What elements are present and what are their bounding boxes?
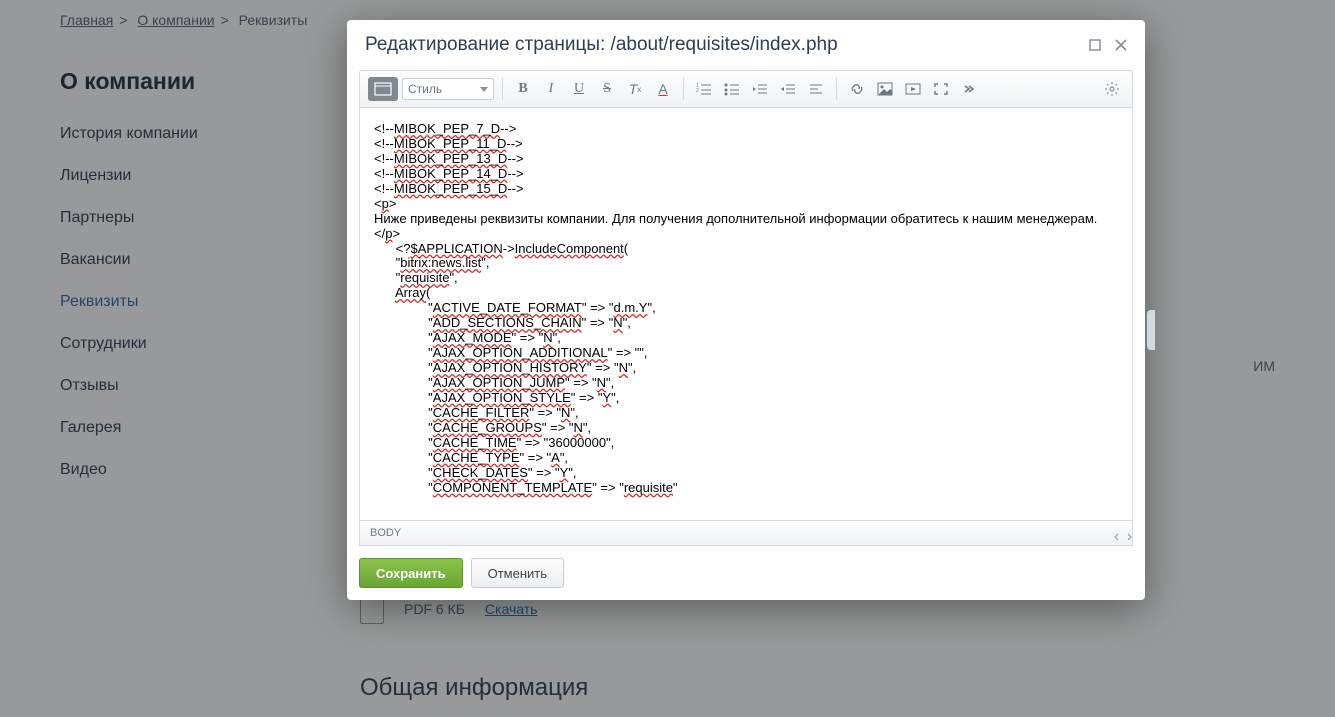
video-button[interactable] — [901, 78, 925, 100]
image-button[interactable] — [873, 78, 897, 100]
align-button[interactable] — [804, 78, 828, 100]
editor-wrapper: <!--MIBOK_PEP_7_D--><!--MIBOK_PEP_11_D--… — [359, 108, 1133, 546]
settings-button[interactable] — [1100, 78, 1124, 100]
modal-footer: Сохранить Отменить — [347, 546, 1145, 600]
maximize-button[interactable] — [1089, 39, 1101, 51]
italic-button[interactable]: I — [539, 78, 563, 100]
save-button[interactable]: Сохранить — [359, 558, 463, 588]
strike-button[interactable]: S — [595, 78, 619, 100]
close-button[interactable] — [1115, 39, 1127, 51]
cancel-button[interactable]: Отменить — [471, 558, 564, 588]
svg-text:2: 2 — [696, 88, 699, 94]
editor-resize-handle[interactable] — [1114, 527, 1132, 545]
modal-title: Редактирование страницы: /about/requisit… — [365, 34, 1075, 56]
fullscreen-button[interactable] — [929, 78, 953, 100]
clear-format-button[interactable]: Tx — [623, 78, 647, 100]
expand-panel-handle[interactable] — [1147, 310, 1155, 350]
editor-toolbar: Стиль B I U S Tx A 12 — [359, 70, 1133, 108]
bold-button[interactable]: B — [511, 78, 535, 100]
element-path-bar[interactable]: BODY — [360, 520, 1132, 545]
indent-button[interactable] — [776, 78, 800, 100]
source-mode-button[interactable] — [368, 77, 398, 101]
underline-button[interactable]: U — [567, 78, 591, 100]
unordered-list-button[interactable] — [720, 78, 744, 100]
more-tools-button[interactable] — [957, 78, 981, 100]
link-button[interactable] — [845, 78, 869, 100]
text-color-button[interactable]: A — [651, 78, 675, 100]
style-dropdown[interactable]: Стиль — [402, 78, 494, 100]
ordered-list-button[interactable]: 12 — [692, 78, 716, 100]
outdent-button[interactable] — [748, 78, 772, 100]
edit-page-modal: Редактирование страницы: /about/requisit… — [347, 20, 1145, 600]
source-editor[interactable]: <!--MIBOK_PEP_7_D--><!--MIBOK_PEP_11_D--… — [360, 108, 1132, 520]
